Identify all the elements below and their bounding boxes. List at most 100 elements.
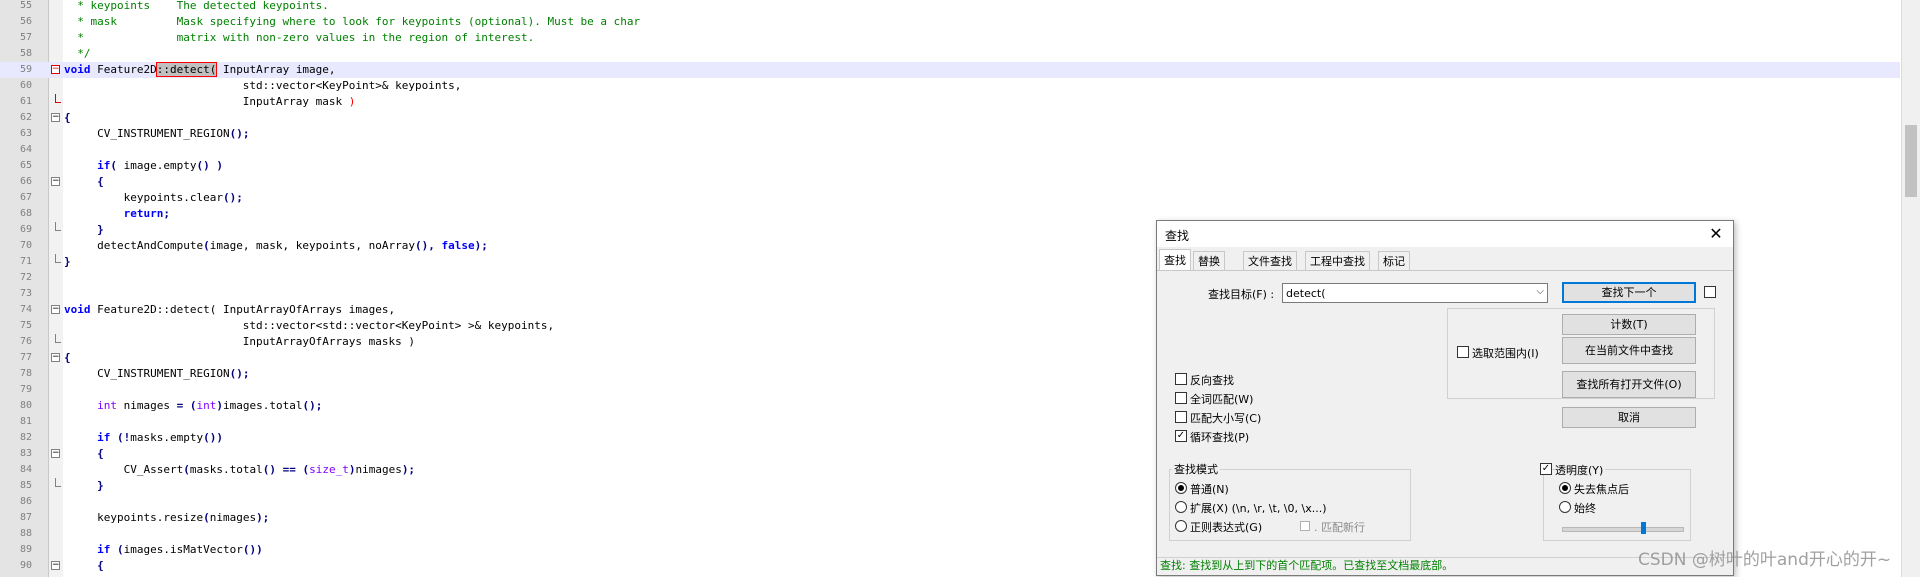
code-token: (); <box>229 367 250 380</box>
code-line[interactable]: 56 * mask Mask specifying where to look … <box>0 14 1900 30</box>
code-text[interactable]: if (images.isMatVector()) <box>64 542 263 558</box>
transparency-always-radio[interactable] <box>1559 501 1571 513</box>
dialog-titlebar[interactable]: 查找 ✕ <box>1157 221 1733 247</box>
fold-minus-icon[interactable]: − <box>51 305 60 314</box>
fold-minus-icon[interactable]: − <box>51 449 60 458</box>
code-line[interactable]: 62 −{ <box>0 110 1900 126</box>
match-newline-checkbox[interactable] <box>1300 521 1310 531</box>
code-token: * keypoints The detected keypoints. <box>64 0 329 12</box>
tab-find-in-project[interactable]: 工程中查找 <box>1305 251 1370 271</box>
fold-minus-icon[interactable]: − <box>51 113 60 122</box>
code-token: Feature2D::detect( InputArrayOfArrays im… <box>90 303 396 316</box>
find-in-current-file-button[interactable]: 在当前文件中查找 <box>1562 337 1696 364</box>
code-text[interactable]: if( image.empty() ) <box>64 158 223 174</box>
code-text[interactable]: { <box>64 558 104 574</box>
code-text[interactable]: CV_INSTRUMENT_REGION(); <box>64 126 249 142</box>
code-text[interactable]: { <box>64 110 71 126</box>
search-mode-normal-radio[interactable] <box>1175 482 1187 494</box>
code-token: std::vector<std::vector<KeyPoint> >& key… <box>64 319 555 332</box>
code-text[interactable]: InputArray mask ) <box>64 94 356 110</box>
code-text[interactable]: } <box>64 478 104 494</box>
count-button[interactable]: 计数(T) <box>1562 314 1696 335</box>
line-number: 63 <box>19 128 32 139</box>
code-text[interactable]: keypoints.resize(nimages); <box>64 510 269 526</box>
find-next-button[interactable]: 查找下一个 <box>1562 282 1696 303</box>
code-token: masks.total <box>189 463 263 476</box>
code-line[interactable]: 63 CV_INSTRUMENT_REGION(); <box>0 126 1900 142</box>
line-number: 67 <box>19 192 32 203</box>
tab-find[interactable]: 查找 <box>1159 249 1191 271</box>
code-token: keypoints.resize <box>64 511 204 524</box>
code-line[interactable]: 58 */ <box>0 46 1900 62</box>
find-all-open-files-button[interactable]: 查找所有打开文件(O) <box>1562 371 1696 398</box>
code-line[interactable]: 64 <box>0 142 1900 158</box>
tab-find-in-files[interactable]: 文件查找 <box>1243 251 1297 271</box>
in-selection-checkbox[interactable] <box>1457 346 1469 358</box>
code-token: Feature2D <box>90 63 157 76</box>
code-text[interactable]: * keypoints The detected keypoints. <box>64 0 329 14</box>
code-text[interactable]: std::vector<std::vector<KeyPoint> >& key… <box>64 318 554 334</box>
code-token: if <box>97 159 111 172</box>
close-icon[interactable]: ✕ <box>1705 223 1727 245</box>
chevron-down-icon[interactable]: ⌵ <box>1536 286 1544 297</box>
line-number: 73 <box>19 288 32 299</box>
line-number: 65 <box>19 160 32 171</box>
code-text[interactable]: CV_Assert(masks.total() == (size_t)nimag… <box>64 462 415 478</box>
code-text[interactable]: void Feature2D::detect( InputArray image… <box>64 62 336 78</box>
transparency-slider-thumb[interactable] <box>1641 522 1646 534</box>
search-mode-extended-radio[interactable] <box>1175 501 1187 513</box>
transparency-slider-track[interactable] <box>1562 527 1684 532</box>
code-line[interactable]: 65 if( image.empty() ) <box>0 158 1900 174</box>
fold-minus-icon[interactable]: − <box>51 561 60 570</box>
find-target-combobox[interactable]: detect( ⌵ <box>1282 283 1548 303</box>
transparency-on-lose-focus-radio[interactable] <box>1559 482 1571 494</box>
code-text[interactable]: CV_INSTRUMENT_REGION(); <box>64 366 249 382</box>
code-line[interactable]: 59 − void Feature2D::detect( InputArray im… <box>0 62 1900 78</box>
code-token: false <box>441 239 475 252</box>
code-line[interactable]: 57 * matrix with non-zero values in the … <box>0 30 1900 46</box>
code-text[interactable]: { <box>64 446 104 462</box>
code-text[interactable]: void Feature2D::detect( InputArrayOfArra… <box>64 302 395 318</box>
code-text[interactable]: int nimages = (int)images.total(); <box>64 398 322 414</box>
code-text[interactable]: detectAndCompute(image, mask, keypoints,… <box>64 238 488 254</box>
code-text[interactable]: * mask Mask specifying where to look for… <box>64 14 640 30</box>
code-token: InputArray mask <box>64 95 349 108</box>
fold-minus-icon[interactable]: − <box>51 65 60 74</box>
backward-search-checkbox[interactable] <box>1175 373 1187 385</box>
match-case-checkbox[interactable] <box>1175 411 1187 423</box>
tab-mark[interactable]: 标记 <box>1378 251 1410 271</box>
cancel-button[interactable]: 取消 <box>1562 407 1696 428</box>
transparency-checkbox[interactable]: ✓ <box>1540 463 1552 475</box>
code-line[interactable]: 55 * keypoints The detected keypoints. <box>0 0 1900 14</box>
code-text[interactable]: return; <box>64 206 170 222</box>
code-text[interactable]: InputArrayOfArrays masks ) <box>64 334 415 350</box>
fold-minus-icon[interactable]: − <box>51 353 60 362</box>
code-line[interactable]: 67 keypoints.clear(); <box>0 190 1900 206</box>
find-next-option-checkbox[interactable] <box>1704 286 1716 298</box>
vertical-scrollbar[interactable] <box>1901 0 1920 577</box>
scrollbar-thumb[interactable] <box>1905 125 1917 197</box>
code-line[interactable]: 61 InputArray mask ) <box>0 94 1900 110</box>
code-text[interactable]: { <box>64 350 71 366</box>
code-text[interactable]: } <box>64 254 71 270</box>
code-text[interactable]: std::vector<KeyPoint>& keypoints, <box>64 78 462 94</box>
code-text[interactable]: { <box>64 174 104 190</box>
whole-word-checkbox[interactable] <box>1175 392 1187 404</box>
code-token: size_t <box>309 463 349 476</box>
wrap-around-checkbox[interactable]: ✓ <box>1175 430 1187 442</box>
code-line[interactable]: 60 std::vector<KeyPoint>& keypoints, <box>0 78 1900 94</box>
code-token: ()) <box>242 543 263 556</box>
code-text[interactable]: keypoints.clear(); <box>64 190 243 206</box>
code-line[interactable]: 66 − { <box>0 174 1900 190</box>
tab-replace[interactable]: 替换 <box>1193 251 1225 271</box>
code-text[interactable]: } <box>64 222 104 238</box>
line-number: 84 <box>19 464 32 475</box>
fold-minus-icon[interactable]: − <box>51 177 60 186</box>
code-text[interactable]: if (!masks.empty()) <box>64 430 223 446</box>
wrap-around-label: 循环查找(P) <box>1190 431 1250 444</box>
code-token: detectAndCompute <box>64 239 204 252</box>
code-text[interactable]: * matrix with non-zero values in the reg… <box>64 30 534 46</box>
code-text[interactable]: */ <box>64 46 90 62</box>
search-mode-title: 查找模式 <box>1172 461 1220 477</box>
search-mode-regex-radio[interactable] <box>1175 520 1187 532</box>
